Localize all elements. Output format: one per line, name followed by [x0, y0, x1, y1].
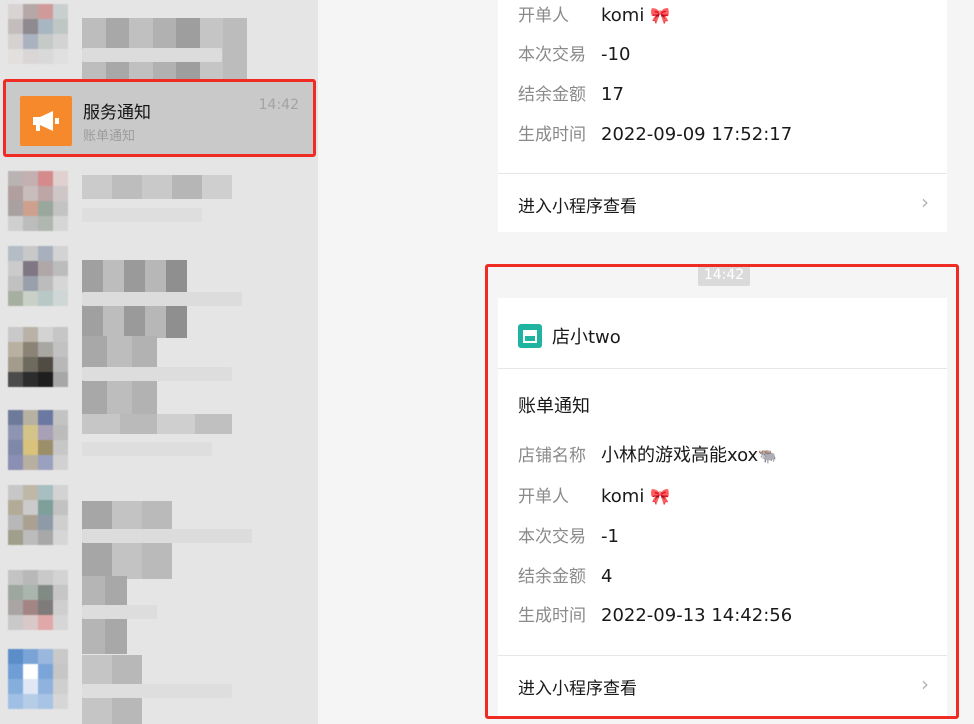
avatar — [8, 4, 68, 64]
field-row: 本次交易 -10 — [518, 40, 630, 65]
chat-list-item-blurred[interactable] — [0, 163, 318, 241]
chat-list-sidebar: 服务通知 14:42 账单通知 — [0, 0, 318, 724]
avatar — [8, 410, 68, 470]
chat-time: 14:42 — [258, 97, 299, 113]
blurred-title — [82, 175, 232, 199]
avatar — [8, 246, 68, 306]
chat-list-item-blurred[interactable] — [0, 637, 318, 724]
blurred-subtitle — [82, 442, 212, 456]
chevron-right-icon: › — [921, 190, 929, 214]
field-label: 开单人 — [518, 6, 569, 26]
blurred-subtitle — [82, 208, 202, 222]
avatar — [8, 570, 68, 630]
chat-title: 服务通知 — [83, 103, 151, 123]
field-row: 开单人 komi 🎀 — [518, 1, 670, 26]
divider — [498, 173, 947, 174]
bow-emoji: 🎀 — [650, 6, 670, 25]
blurred-subtitle — [82, 48, 222, 62]
blurred-subtitle — [82, 605, 157, 619]
avatar — [20, 96, 72, 146]
avatar — [8, 485, 68, 545]
blurred-subtitle — [82, 684, 232, 698]
field-label: 结余金额 — [518, 85, 586, 105]
avatar — [8, 171, 68, 231]
chat-list-item-service-notification[interactable]: 服务通知 14:42 账单通知 — [3, 79, 316, 157]
avatar — [8, 327, 68, 387]
field-value: -10 — [601, 44, 631, 65]
chat-list-item-blurred[interactable] — [0, 0, 318, 96]
field-value: 2022-09-09 17:52:17 — [601, 124, 793, 145]
blurred-subtitle — [82, 292, 242, 306]
chat-preview: 账单通知 — [83, 129, 136, 144]
avatar — [8, 649, 68, 709]
bill-notification-card: 开单人 komi 🎀 本次交易 -10 结余金额 17 生成时间 2022-09… — [498, 0, 947, 232]
blurred-subtitle — [82, 367, 232, 381]
highlight-box — [485, 264, 959, 719]
field-value: 17 — [601, 84, 624, 105]
chat-list-item-blurred[interactable] — [0, 242, 318, 338]
chat-list-item-blurred[interactable] — [0, 558, 318, 654]
chat-list-item-blurred[interactable] — [0, 321, 318, 414]
field-label: 生成时间 — [518, 125, 586, 145]
field-row: 生成时间 2022-09-09 17:52:17 — [518, 120, 792, 145]
blurred-title — [82, 414, 232, 434]
field-value: komi 🎀 — [601, 5, 670, 26]
blurred-subtitle — [82, 529, 252, 543]
megaphone-icon — [33, 111, 59, 131]
link-label: 进入小程序查看 — [518, 197, 637, 217]
open-mini-program-link[interactable]: 进入小程序查看 — [518, 192, 928, 217]
field-row: 结余金额 17 — [518, 80, 624, 105]
chat-list-item-blurred[interactable] — [0, 479, 318, 579]
field-label: 本次交易 — [518, 45, 586, 65]
chat-list-item-blurred[interactable] — [0, 400, 318, 478]
